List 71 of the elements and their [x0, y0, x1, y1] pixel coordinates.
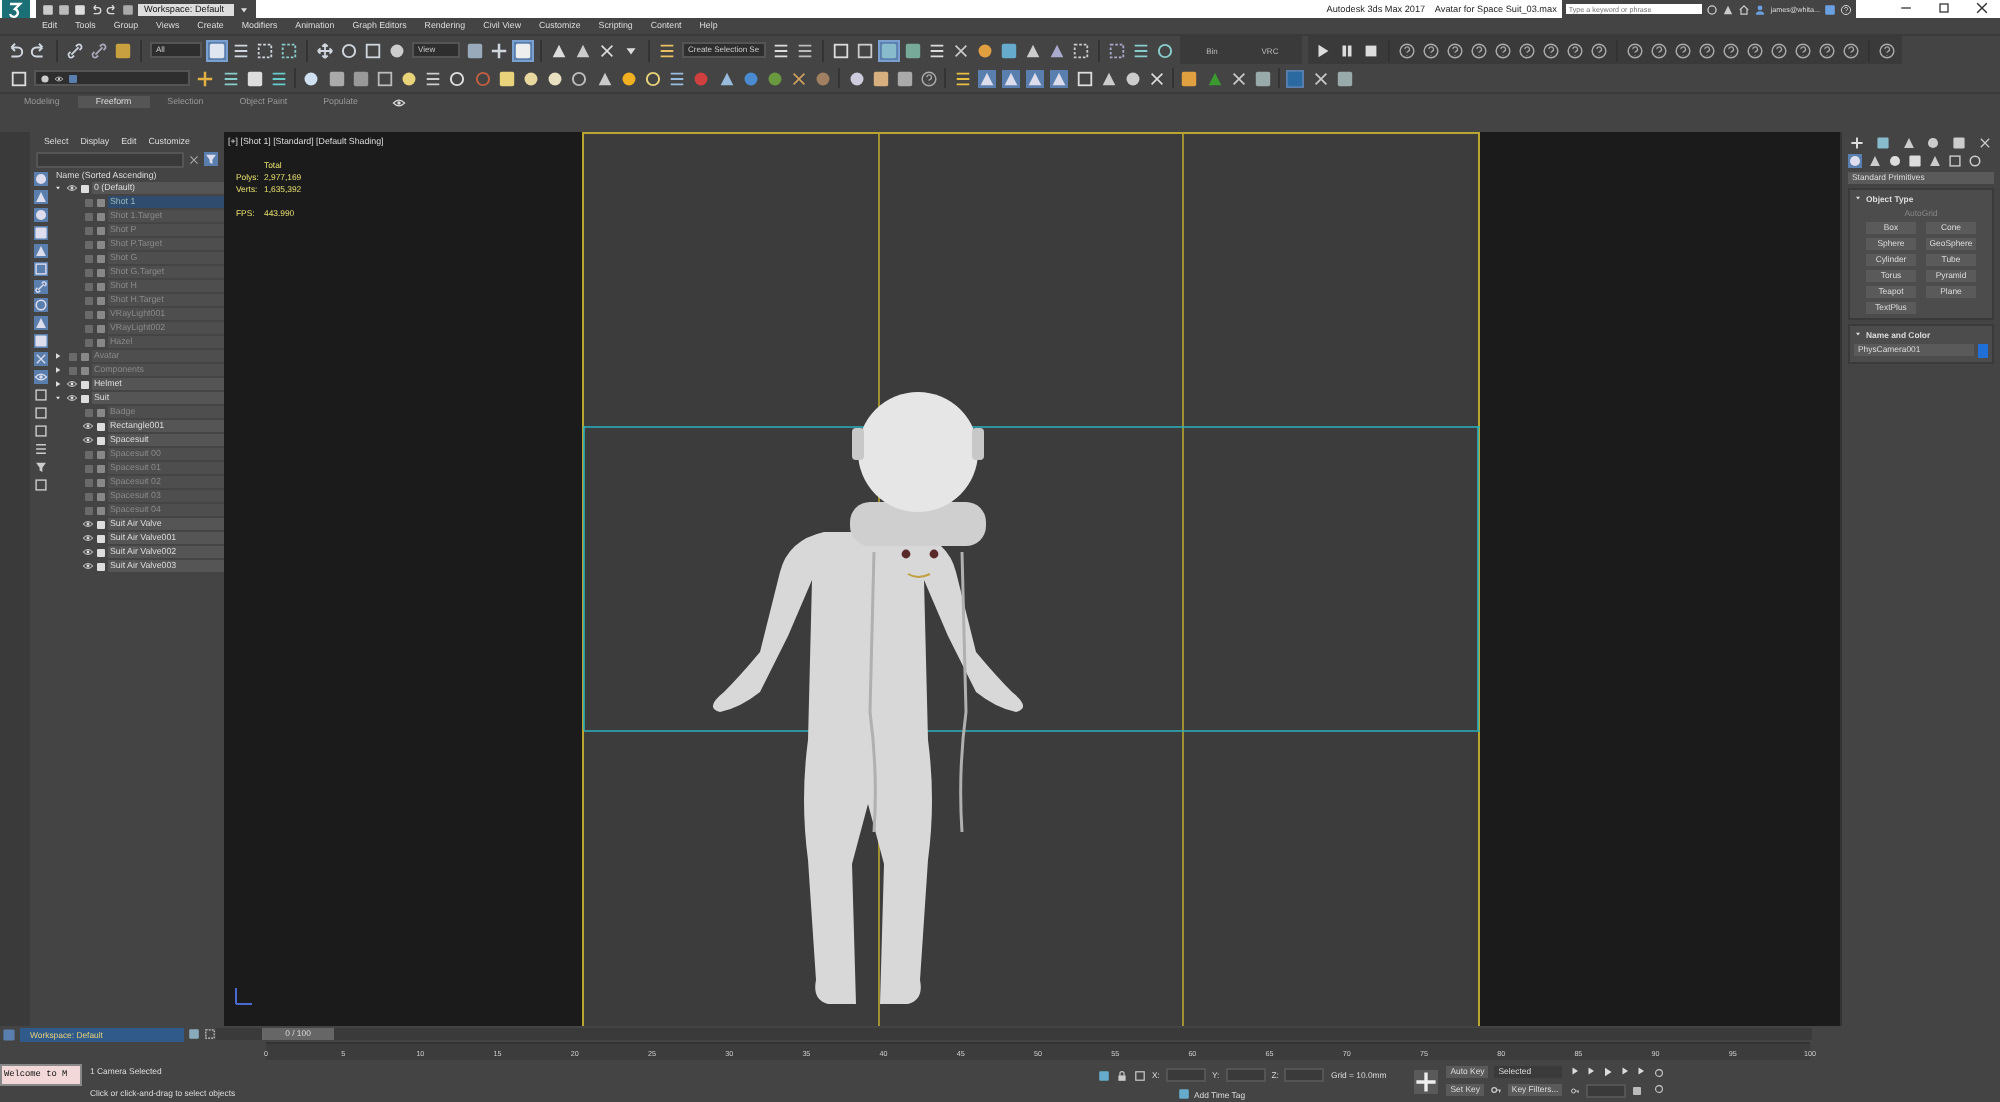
- eye-icon[interactable]: [82, 546, 94, 559]
- object-color-swatch[interactable]: [1978, 343, 1988, 358]
- help-icon[interactable]: [1626, 41, 1644, 60]
- unlink-icon[interactable]: [90, 41, 108, 60]
- eye-icon[interactable]: [82, 434, 94, 447]
- find-field[interactable]: [36, 151, 184, 168]
- home-icon[interactable]: [1738, 3, 1751, 15]
- select-object-icon[interactable]: [208, 41, 226, 60]
- manipulate-icon[interactable]: [490, 41, 508, 60]
- help-icon[interactable]: [1674, 41, 1692, 60]
- eye-icon[interactable]: [54, 73, 65, 84]
- current-frame-field[interactable]: [1586, 1083, 1627, 1097]
- axis-tripod-icon: [235, 986, 253, 1005]
- create-icon[interactable]: [1849, 135, 1864, 150]
- help-icon[interactable]: [1770, 41, 1788, 60]
- help-icon[interactable]: [1422, 41, 1440, 60]
- eye-icon[interactable]: [82, 532, 94, 545]
- rectangle-selection-icon[interactable]: [256, 41, 274, 60]
- help-icon[interactable]: [1794, 41, 1812, 60]
- coordinate-field[interactable]: [1284, 1068, 1325, 1082]
- ring-icon[interactable]: [643, 69, 662, 88]
- filter-icon[interactable]: [204, 152, 218, 167]
- link-icon[interactable]: [66, 41, 84, 60]
- help-icon[interactable]: [920, 69, 939, 88]
- add-key-icon[interactable]: [1414, 1069, 1439, 1093]
- eye-icon[interactable]: [66, 392, 78, 405]
- help-icon[interactable]: [1566, 41, 1584, 60]
- help-icon[interactable]: [1398, 41, 1416, 60]
- sun-icon[interactable]: [619, 69, 638, 88]
- redo-icon[interactable]: [106, 3, 118, 15]
- play-icon[interactable]: [1602, 1065, 1615, 1077]
- stop-icon[interactable]: [1362, 41, 1380, 60]
- help-icon[interactable]: [1722, 41, 1740, 60]
- help-icon[interactable]: [1650, 41, 1668, 60]
- help-icon[interactable]: [1878, 41, 1896, 60]
- help-icon[interactable]: [1494, 41, 1512, 60]
- help-icon[interactable]: [1518, 41, 1536, 60]
- pause-icon[interactable]: [1338, 41, 1356, 60]
- eye-icon[interactable]: [66, 378, 78, 391]
- eye-icon[interactable]: [66, 182, 78, 195]
- close-icon[interactable]: [1974, 0, 1990, 17]
- eye-icon[interactable]: [82, 420, 94, 433]
- eye-icon[interactable]: [82, 518, 94, 531]
- help-icon[interactable]: [1818, 41, 1836, 60]
- undo-icon[interactable]: [6, 41, 24, 60]
- filter-icon[interactable]: [34, 459, 48, 474]
- redo-icon[interactable]: [30, 41, 48, 60]
- help-icon[interactable]: [1590, 41, 1608, 60]
- select-by-name-icon[interactable]: [232, 41, 250, 60]
- help-icon[interactable]: [1542, 41, 1560, 60]
- window-crossing-icon[interactable]: [280, 41, 298, 60]
- ribbon-options-icon[interactable]: [391, 95, 406, 110]
- play-icon[interactable]: [1314, 41, 1332, 60]
- user-icon[interactable]: [1754, 3, 1767, 15]
- eye-icon[interactable]: [82, 560, 94, 573]
- help-icon[interactable]: [1446, 41, 1464, 60]
- help-icon[interactable]: [1842, 41, 1860, 60]
- eye-icon[interactable]: [34, 369, 48, 384]
- layer-dropdown[interactable]: [34, 70, 191, 87]
- maximize-icon[interactable]: [1936, 0, 1952, 17]
- coordinate-field[interactable]: [1165, 1068, 1206, 1082]
- app-logo-icon[interactable]: [2, 0, 30, 18]
- help-icon[interactable]: [1746, 41, 1764, 60]
- coordinate-field[interactable]: [1225, 1068, 1266, 1082]
- key-icon[interactable]: [1489, 1084, 1502, 1096]
- help-icon[interactable]: [1470, 41, 1488, 60]
- help-icon[interactable]: [1698, 41, 1716, 60]
- lock-icon[interactable]: [1116, 1069, 1128, 1081]
- link-icon[interactable]: [34, 279, 48, 294]
- clear-icon[interactable]: [188, 153, 200, 166]
- undo-icon[interactable]: [90, 3, 102, 15]
